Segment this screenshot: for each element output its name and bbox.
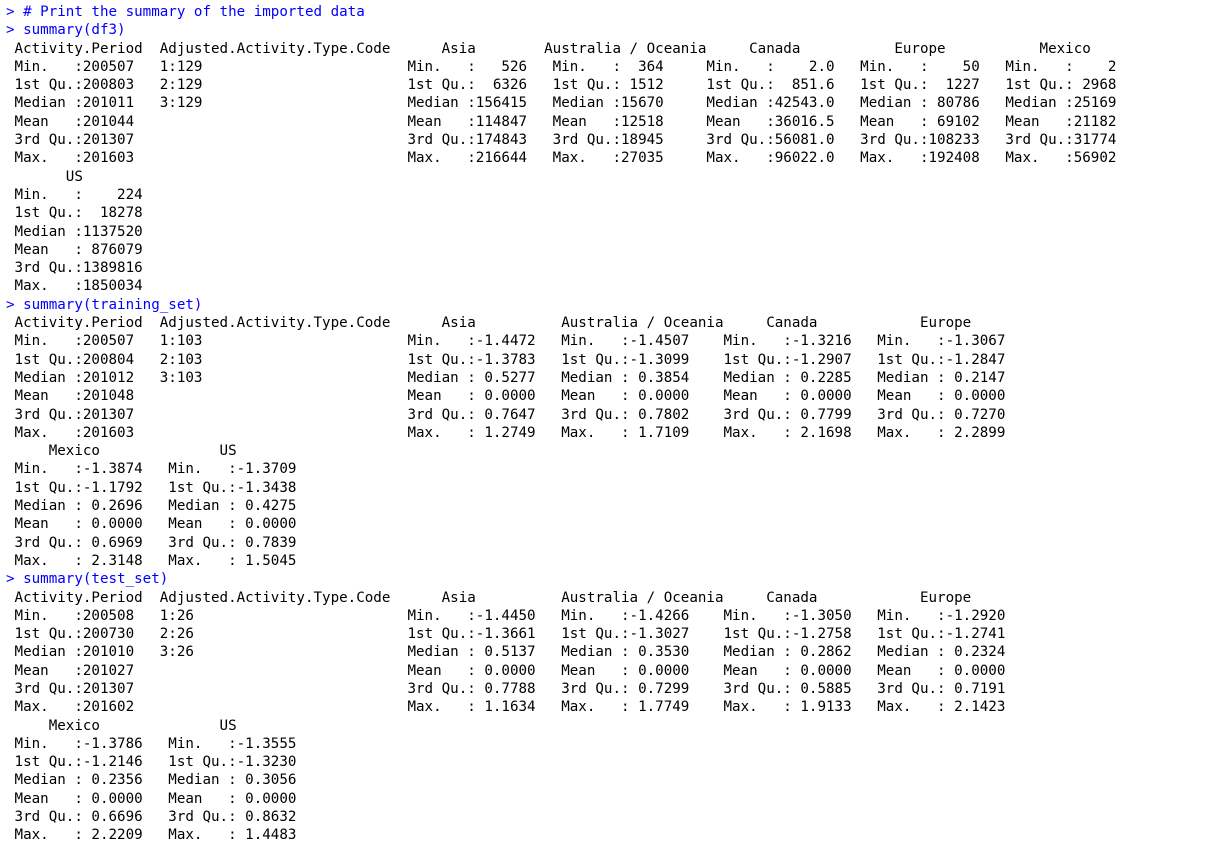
console-output-line: Median : 0.2696 Median : 0.4275 (6, 498, 297, 515)
console-output-line: Mexico US (6, 443, 237, 460)
console-output-line: Min. :-1.3874 Min. :-1.3709 (6, 461, 297, 478)
console-command: summary(training_set) (14, 296, 203, 313)
console-output-line: Mean :201048 Mean : 0.0000 Mean : 0.0000… (6, 388, 1006, 405)
console-command: # Print the summary of the imported data (14, 4, 365, 20)
console-output-line: Max. : 2.3148 Max. : 1.5045 (6, 552, 297, 569)
console-command: summary(df3) (14, 22, 126, 39)
console-input-line: > # Print the summary of the imported da… (6, 3, 1220, 21)
console-input-line: > summary(training_set) (6, 296, 1220, 314)
console-prompt: > (6, 571, 15, 588)
console-prompt: > (6, 22, 15, 39)
console-output-line: 1st Qu.:200730 2:26 1st Qu.:-1.3661 1st … (6, 626, 1006, 643)
console-output-line: Min. :-1.3786 Min. :-1.3555 (6, 735, 297, 752)
console-output-line: 3rd Qu.: 0.6696 3rd Qu.: 0.8632 (6, 809, 297, 826)
console-output-line: Min. :200507 1:103 Min. :-1.4472 Min. :-… (6, 333, 1006, 350)
console-output-line: 3rd Qu.:201307 3rd Qu.:174843 3rd Qu.:18… (6, 132, 1117, 149)
console-output-line: Median : 0.2356 Median : 0.3056 (6, 772, 297, 789)
console-output-line: Mean : 876079 (6, 241, 143, 258)
console-output-line: 3rd Qu.:201307 3rd Qu.: 0.7788 3rd Qu.: … (6, 680, 1006, 697)
console-output-line: Max. :1850034 (6, 278, 143, 295)
console-output-line: Mean : 0.0000 Mean : 0.0000 (6, 790, 297, 807)
console-input-line: > summary(df3) (6, 21, 1220, 39)
console-output-line: Mean : 0.0000 Mean : 0.0000 (6, 516, 297, 533)
console-output-line: 1st Qu.:-1.1792 1st Qu.:-1.3438 (6, 479, 297, 496)
console-output-line: Activity.Period Adjusted.Activity.Type.C… (6, 40, 1091, 57)
console-output-line: US (6, 168, 83, 185)
console-output-line: Mean :201027 Mean : 0.0000 Mean : 0.0000… (6, 662, 1006, 679)
console-output-line: Min. :200507 1:129 Min. : 526 Min. : 364… (6, 58, 1117, 75)
console-output-line: Activity.Period Adjusted.Activity.Type.C… (6, 315, 972, 332)
console-output-line: Median :1137520 (6, 223, 143, 240)
console-input-line: > summary(test_set) (6, 570, 1220, 588)
console-prompt: > (6, 296, 15, 313)
console-output-line: 3rd Qu.:201307 3rd Qu.: 0.7647 3rd Qu.: … (6, 406, 1006, 423)
console-output-line: 1st Qu.:200803 2:129 1st Qu.: 6326 1st Q… (6, 77, 1117, 94)
console-output-line: Activity.Period Adjusted.Activity.Type.C… (6, 589, 972, 606)
console-output-line: Max. :201603 Max. : 1.2749 Max. : 1.7109… (6, 424, 1006, 441)
console-output-line: Median :201012 3:103 Median : 0.5277 Med… (6, 369, 1006, 386)
console-output-line: Min. :200508 1:26 Min. :-1.4450 Min. :-1… (6, 607, 1006, 624)
console-output-line: 1st Qu.:200804 2:103 1st Qu.:-1.3783 1st… (6, 351, 1006, 368)
console-output-line: Mean :201044 Mean :114847 Mean :12518 Me… (6, 113, 1117, 130)
console-output-line: Min. : 224 (6, 186, 143, 203)
console-command: summary(test_set) (14, 571, 169, 588)
console-output-line: Max. :201603 Max. :216644 Max. :27035 Ma… (6, 150, 1117, 167)
console-output-line: Max. : 2.2209 Max. : 1.4483 (6, 827, 297, 844)
r-console[interactable]: > # Print the summary of the imported da… (0, 0, 1220, 849)
console-output-line: Max. :201602 Max. : 1.1634 Max. : 1.7749… (6, 699, 1006, 716)
console-output-line: 3rd Qu.:1389816 (6, 260, 143, 277)
console-output-line: Median :201010 3:26 Median : 0.5137 Medi… (6, 644, 1006, 661)
console-output-line: 1st Qu.: 18278 (6, 205, 143, 222)
console-output-line: 1st Qu.:-1.2146 1st Qu.:-1.3230 (6, 754, 297, 771)
console-output-line: Mexico US (6, 717, 237, 734)
console-prompt: > (6, 4, 15, 20)
console-output-line: 3rd Qu.: 0.6969 3rd Qu.: 0.7839 (6, 534, 297, 551)
console-output-line: Median :201011 3:129 Median :156415 Medi… (6, 95, 1117, 112)
